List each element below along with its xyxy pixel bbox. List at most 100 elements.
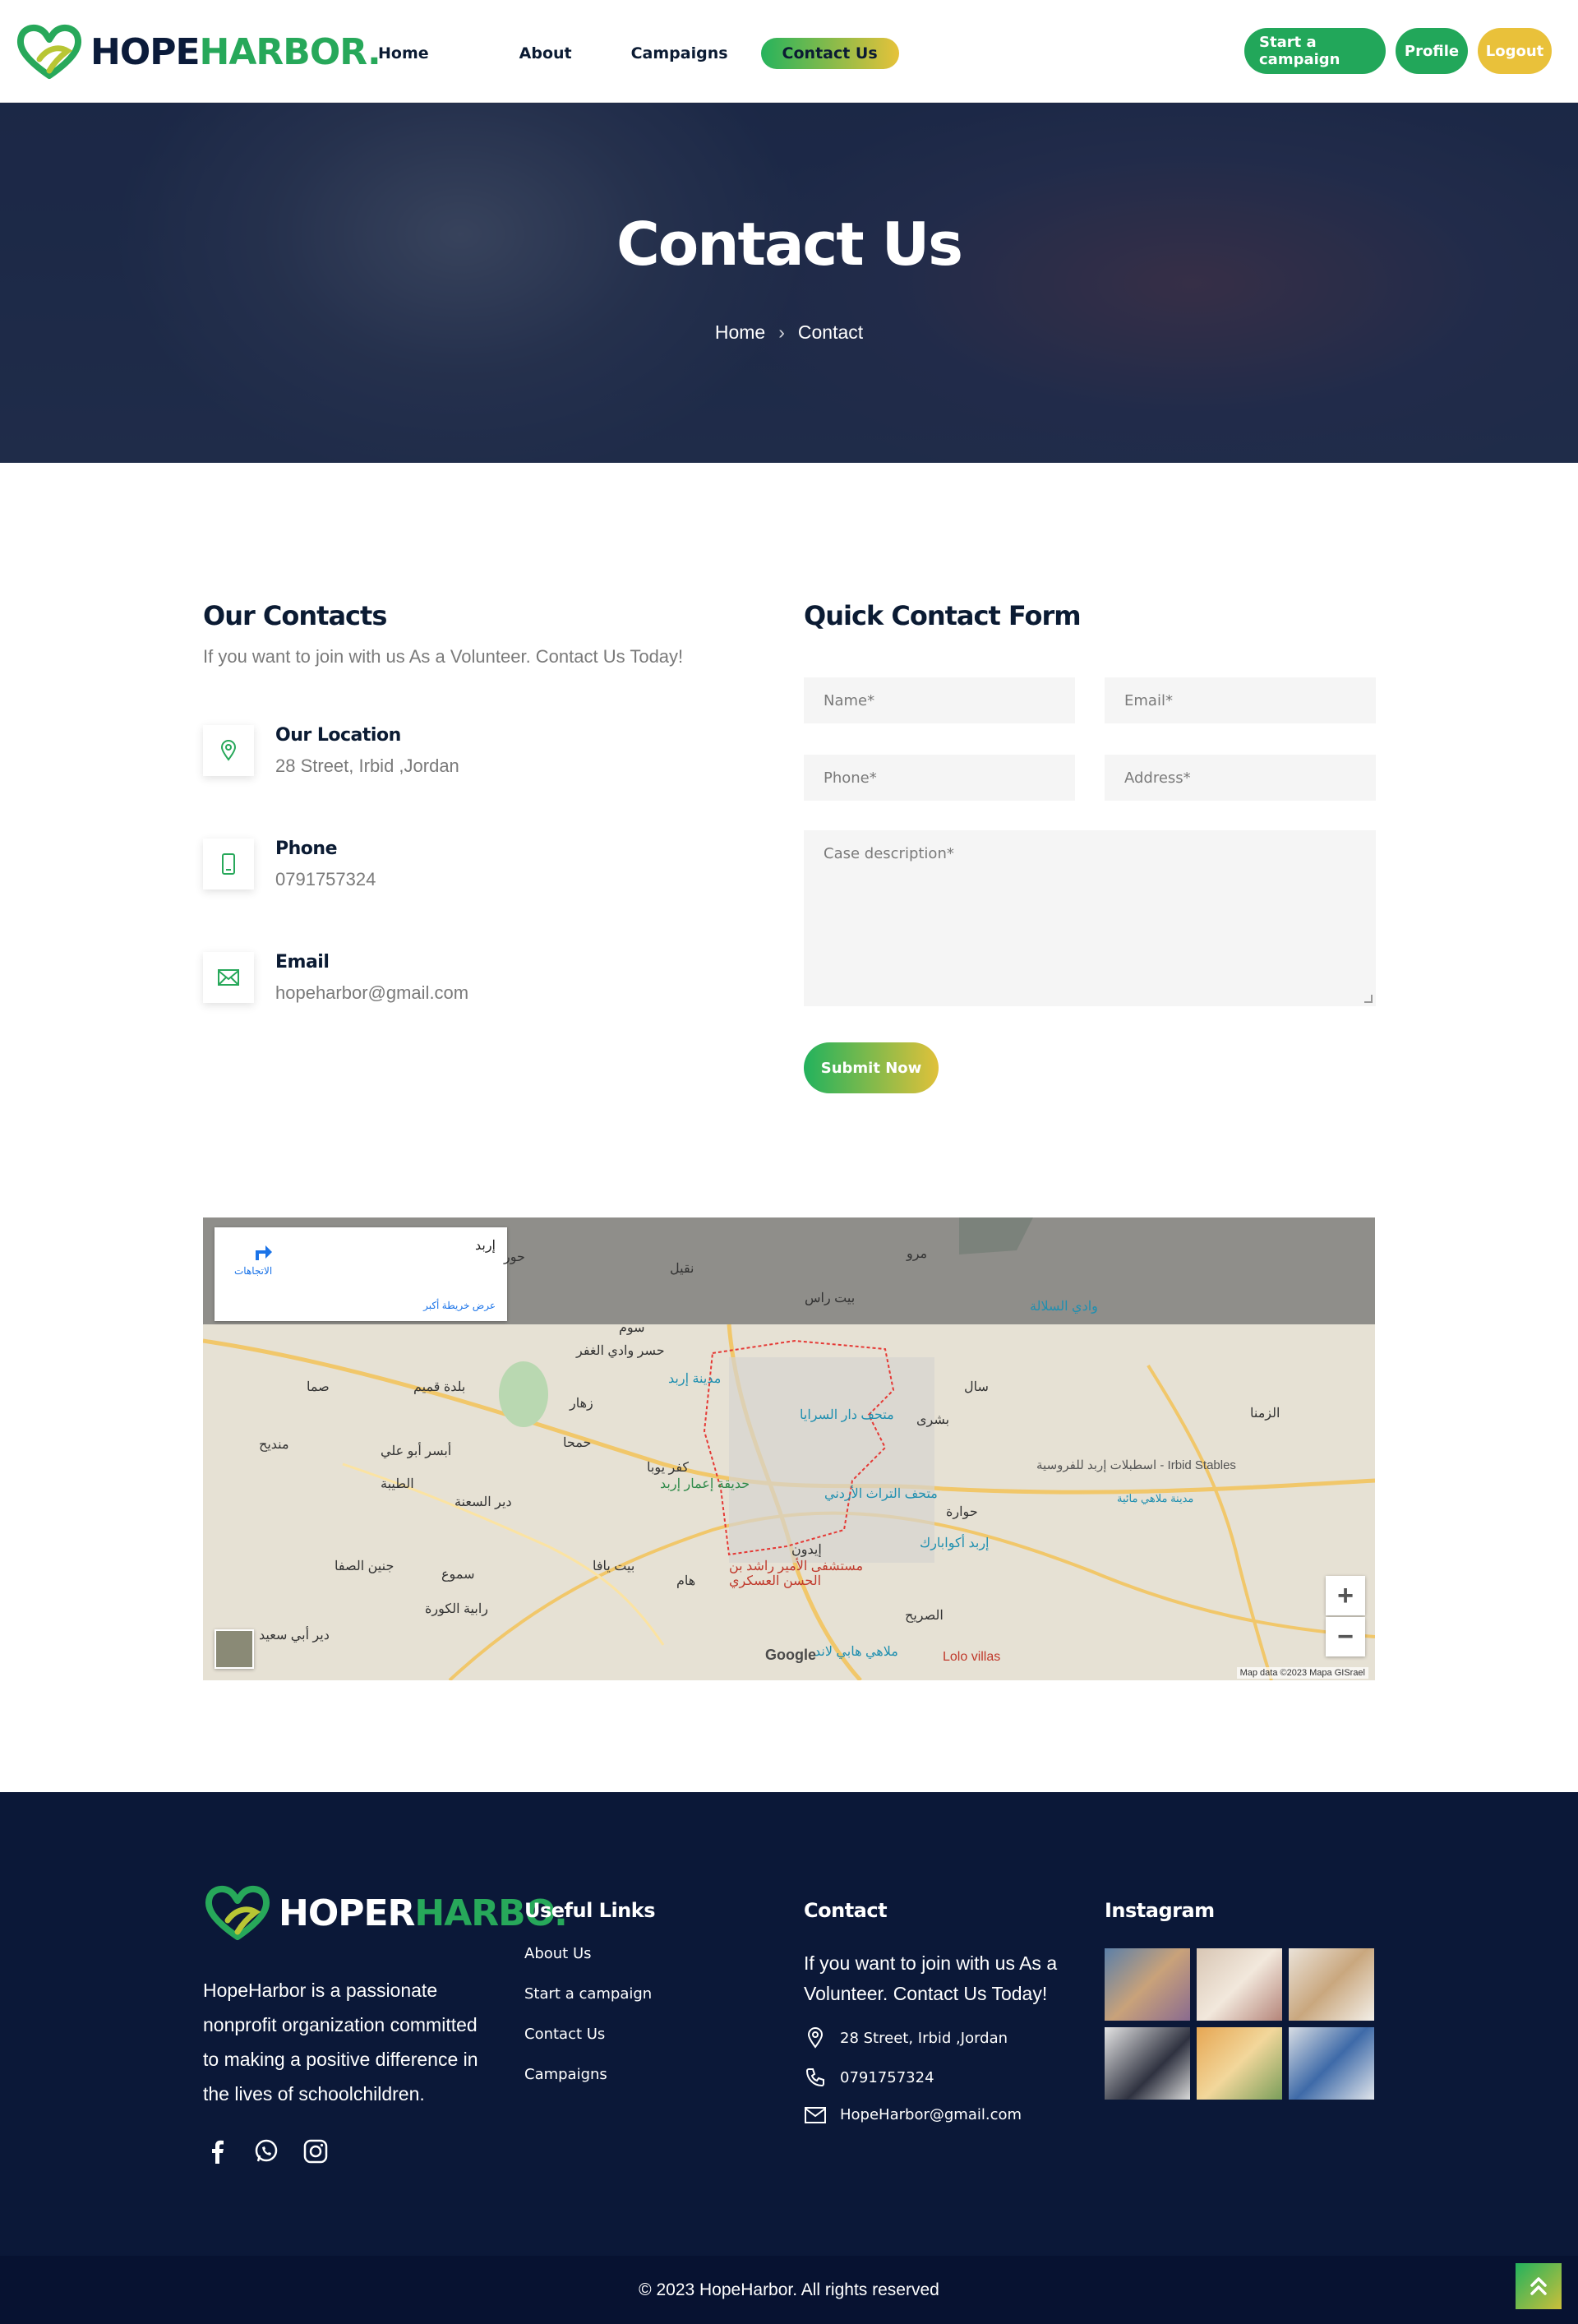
- zoom-in-button[interactable]: +: [1326, 1576, 1365, 1615]
- map-label: إيدون: [791, 1543, 822, 1557]
- map-label: زهار: [570, 1397, 593, 1411]
- nav-actions: Start a campaign Profile Logout: [1234, 28, 1552, 74]
- embedded-map[interactable]: إربد الاتجاهات عرض خريطة أكبر حور نقيل م…: [203, 1217, 1375, 1680]
- map-label: حديقة إعمار إربد: [660, 1477, 750, 1491]
- footer-email-value: HopeHarbor@gmail.com: [840, 2106, 1022, 2123]
- map-label: حمحا: [563, 1436, 592, 1450]
- breadcrumb: Home › Contact: [0, 321, 1578, 344]
- hero-banner: Contact Us Home › Contact: [0, 103, 1578, 463]
- footer-contact: Contact If you want to join with us As a…: [804, 1899, 1075, 2123]
- map-label: بلدة قميم: [413, 1380, 466, 1394]
- zoom-out-button[interactable]: −: [1326, 1617, 1365, 1656]
- map-label: صما: [307, 1380, 330, 1394]
- copyright-bar: © 2023 HopeHarbor. All rights reserved: [0, 2256, 1578, 2324]
- quick-contact-form: Quick Contact Form Name* Email* Phone* A…: [804, 600, 1376, 1093]
- map-place-card: إربد الاتجاهات عرض خريطة أكبر: [215, 1227, 507, 1321]
- nav-campaigns-link[interactable]: Campaigns: [631, 44, 728, 62]
- footer-contact-title: Contact: [804, 1899, 888, 1922]
- map-label: دير السعنة: [454, 1495, 512, 1509]
- contact-phone-value: 0791757324: [275, 869, 376, 889]
- nav-contact-link[interactable]: Contact Us: [760, 38, 899, 69]
- map-label: نقيل: [670, 1262, 694, 1276]
- map-label: أبسر أبو علي: [381, 1444, 452, 1458]
- useful-links-title: Useful Links: [524, 1899, 656, 1922]
- logout-button[interactable]: Logout: [1478, 28, 1552, 74]
- map-label: حوارة: [946, 1505, 978, 1519]
- submit-button[interactable]: Submit Now: [804, 1042, 939, 1093]
- email-field[interactable]: Email*: [1105, 677, 1376, 723]
- footer-link-contact[interactable]: Contact Us: [524, 2026, 655, 2043]
- nav-home-link[interactable]: Home: [378, 44, 429, 62]
- instagram-photo[interactable]: [1105, 1948, 1190, 2021]
- heart-logo-icon: [16, 25, 82, 79]
- instagram-photo[interactable]: [1105, 2027, 1190, 2100]
- map-label: Lolo villas: [943, 1650, 1001, 1664]
- map-label: حور: [504, 1250, 525, 1264]
- contact-email-value: hopeharbor@gmail.com: [275, 982, 469, 1003]
- instagram-title: Instagram: [1105, 1899, 1215, 1922]
- directions-icon[interactable]: [251, 1241, 274, 1264]
- footer-link-about[interactable]: About Us: [524, 1945, 655, 1962]
- heart-logo-icon: [205, 1886, 270, 1940]
- instagram-photo[interactable]: [1289, 2027, 1374, 2100]
- map-label: متحف دار السرايا: [800, 1408, 894, 1422]
- instagram-photo[interactable]: [1289, 1948, 1374, 2021]
- map-label: اسطبلات إربد للفروسية - Irbid Stables: [1036, 1458, 1236, 1472]
- map-label: متحف التراث الأردني: [824, 1487, 938, 1501]
- footer-about-text: HopeHarbor is a passionate nonprofit org…: [203, 1980, 478, 2105]
- phone-field[interactable]: Phone*: [804, 755, 1075, 801]
- footer-social-links: [203, 2137, 351, 2165]
- hero-overlay: [0, 103, 1578, 463]
- map-label: حسر وادي الغفر: [576, 1344, 665, 1358]
- footer-brand-logo[interactable]: HOPERHARBO.: [203, 1884, 568, 1942]
- contact-location-value: 28 Street, Irbid ,Jordan: [275, 755, 459, 776]
- map-label: ملاهي هابي لاند: [814, 1645, 898, 1659]
- scroll-to-top-button[interactable]: [1516, 2263, 1562, 2309]
- facebook-icon[interactable]: [203, 2137, 231, 2165]
- brand-logo[interactable]: HOPEHARBOR.: [15, 23, 381, 81]
- map-bigger-link[interactable]: عرض خريطة أكبر: [423, 1300, 496, 1311]
- map-attribution: Map data ©2023 Mapa GISrael: [1236, 1667, 1368, 1679]
- start-campaign-button[interactable]: Start a campaign: [1244, 28, 1386, 74]
- breadcrumb-current: Contact: [797, 321, 864, 343]
- contacts-subtitle: If you want to join with us As a Volunte…: [203, 646, 684, 667]
- contacts-title: Our Contacts: [203, 600, 387, 631]
- footer-link-campaigns[interactable]: Campaigns: [524, 2066, 655, 2083]
- mail-icon: [805, 2106, 826, 2123]
- name-field[interactable]: Name*: [804, 677, 1075, 723]
- nav-about-link[interactable]: About: [519, 44, 572, 62]
- footer-contact-email: HopeHarbor@gmail.com: [804, 2106, 1075, 2123]
- contact-email: Email hopeharbor@gmail.com: [203, 952, 468, 1004]
- resize-handle-icon[interactable]: [1364, 995, 1373, 1003]
- satellite-toggle-thumbnail[interactable]: [215, 1629, 254, 1669]
- instagram-photo[interactable]: [1197, 1948, 1282, 2021]
- map-place-name: إربد: [474, 1239, 496, 1253]
- footer-contact-subtitle: If you want to join with us As a Volunte…: [804, 1952, 1058, 2004]
- our-contacts-section: Our Contacts If you want to join with us…: [203, 600, 729, 1003]
- location-pin-icon: [807, 2027, 824, 2049]
- profile-button[interactable]: Profile: [1396, 28, 1468, 74]
- map-label: سوم: [619, 1321, 645, 1335]
- map-label: الصريح: [905, 1609, 944, 1623]
- breadcrumb-home[interactable]: Home: [715, 321, 765, 343]
- address-field[interactable]: Address*: [1105, 755, 1376, 801]
- map-label: بشرى: [916, 1413, 950, 1427]
- instagram-icon[interactable]: [302, 2137, 330, 2165]
- instagram-gallery: [1105, 1948, 1374, 2100]
- brand-name: HOPEHARBOR.: [90, 30, 381, 73]
- map-label: مدينة ملاهي مائية: [1117, 1492, 1194, 1504]
- whatsapp-icon[interactable]: [252, 2137, 280, 2165]
- map-label: مستشفى الأمير راشد بن الحسن العسكري: [729, 1559, 864, 1588]
- map-label: رابية الكورة: [425, 1602, 489, 1616]
- google-logo: Google: [765, 1647, 816, 1663]
- map-label: بيت راس: [805, 1291, 856, 1305]
- footer-link-start-campaign[interactable]: Start a campaign: [524, 1985, 655, 2003]
- instagram-photo[interactable]: [1197, 2027, 1282, 2100]
- footer-instagram: Instagram: [1105, 1899, 1374, 2100]
- map-directions-link[interactable]: الاتجاهات: [234, 1265, 272, 1277]
- case-description-field[interactable]: Case description*: [804, 830, 1376, 1006]
- map-label: مدينة إربد: [668, 1372, 722, 1386]
- contact-location: Our Location 28 Street, Irbid ,Jordan: [203, 725, 459, 777]
- contact-email-label: Email: [275, 952, 330, 973]
- map-label: منديح: [259, 1438, 289, 1452]
